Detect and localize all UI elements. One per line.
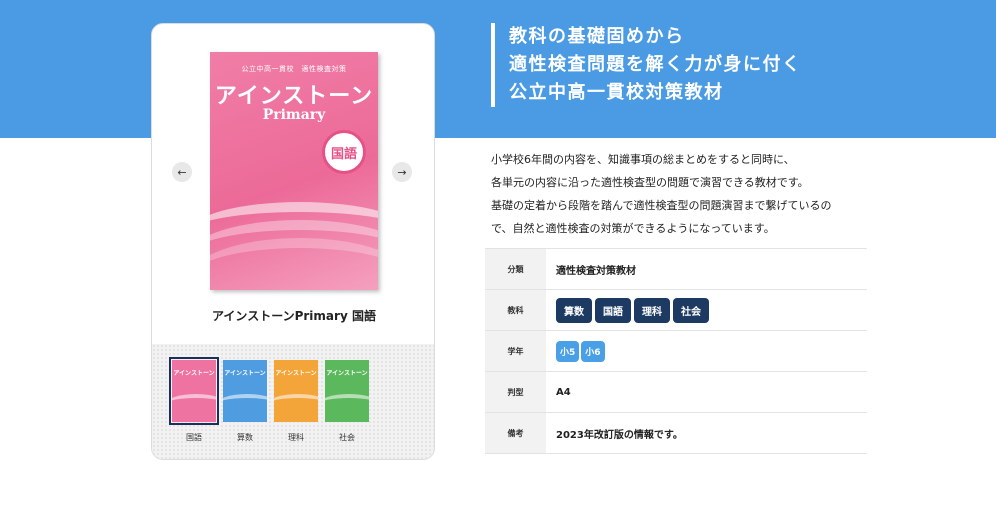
thumbnail-strip: アインストーン 国語 アインストーン 算数 アインストーン 理科 アインストーン (152, 344, 434, 459)
arrow-left-icon[interactable]: ← (172, 162, 192, 182)
spec-row-subject: 教科 算数 国語 理科 社会 (485, 289, 867, 331)
thumbnail-cover: アインストーン (274, 360, 318, 422)
thumbnail-cover-title: アインストーン (173, 370, 215, 377)
spec-label: 学年 (485, 330, 546, 372)
thumbnail-cover: アインストーン (169, 357, 219, 425)
cover-carousel: ← 公立中高一貫校 適性検査対策 アインストーン Primary 国語 → アイ… (152, 24, 434, 344)
grade-tag: 小5 (556, 340, 580, 362)
description-line: 各単元の内容に沿った適性検査型の問題で演習できる教材です。 (491, 176, 809, 189)
thumbnail-cover: アインストーン (325, 360, 369, 422)
cover-wave-decoration (274, 394, 318, 414)
thumbnail-cover-title: アインストーン (275, 370, 317, 377)
spec-value: 算数 国語 理科 社会 (546, 290, 867, 331)
headline-line: 教科の基礎固めから (509, 26, 685, 47)
thumbnail-label: 社会 (339, 433, 355, 442)
book-cover-subtitle: Primary (262, 107, 326, 123)
spec-label: 備考 (485, 412, 546, 454)
thumbnail-cover: アインストーン (223, 360, 267, 422)
subject-badge: 国語 (322, 130, 366, 174)
thumbnail-cover-title: アインストーン (224, 370, 266, 377)
book-cover-main: 公立中高一貫校 適性検査対策 アインストーン Primary 国語 (210, 52, 378, 290)
spec-row-grade: 学年 小5 小6 (485, 330, 867, 372)
description-line: で、自然と適性検査の対策ができるようになっています。 (491, 222, 775, 235)
subject-tag: 理科 (634, 297, 670, 323)
spec-label: 教科 (485, 289, 546, 331)
product-description: 小学校6年間の内容を、知識事項の総まとめをすると同時に、 各単元の内容に沿った適… (491, 148, 871, 240)
spec-value: 2023年改訂版の情報です。 (556, 429, 683, 441)
grade-tag: 小6 (581, 340, 605, 362)
thumbnail-sansu[interactable]: アインストーン 算数 (223, 360, 267, 443)
subject-tag: 算数 (556, 297, 592, 323)
headline-line: 適性検査問題を解く力が身に付く (509, 54, 802, 75)
product-card: ← 公立中高一貫校 適性検査対策 アインストーン Primary 国語 → アイ… (151, 23, 435, 460)
description-line: 小学校6年間の内容を、知識事項の総まとめをすると同時に、 (491, 153, 795, 166)
thumbnail-cover-title: アインストーン (326, 370, 368, 377)
subject-tag: 社会 (673, 297, 709, 323)
spec-value: 適性検査対策教材 (556, 265, 636, 277)
cover-wave-decoration (325, 394, 369, 414)
book-cover-title: アインストーン (214, 84, 374, 109)
spec-row-note: 備考 2023年改訂版の情報です。 (485, 412, 867, 454)
cover-wave-decoration (223, 394, 267, 414)
arrow-right-icon[interactable]: → (392, 162, 412, 182)
spec-row-size: 判型 A4 (485, 371, 867, 413)
spec-table: 分類 適性検査対策教材 教科 算数 国語 理科 社会 学年 小5 小6 判型 A4 備考… (485, 248, 867, 454)
spec-row-category: 分類 適性検査対策教材 (485, 248, 867, 290)
subject-tag: 国語 (595, 297, 631, 323)
book-series-label: 公立中高一貫校 適性検査対策 (241, 65, 347, 73)
book-name: アインストーンPrimary 国語 (212, 309, 376, 323)
thumbnail-shakai[interactable]: アインストーン 社会 (325, 360, 369, 443)
thumbnail-label: 算数 (237, 433, 253, 442)
description-line: 基礎の定着から段階を踏んで適性検査型の問題演習まで繋げているの (491, 199, 832, 212)
spec-value: 小5 小6 (546, 331, 867, 372)
thumbnail-rika[interactable]: アインストーン 理科 (274, 360, 318, 443)
cover-wave-decoration (172, 394, 216, 414)
headline: 教科の基礎固めから 適性検査問題を解く力が身に付く 公立中高一貫校対策教材 (491, 23, 802, 107)
spec-label: 判型 (485, 371, 546, 413)
spec-value: A4 (556, 386, 571, 398)
cover-wave-decoration (210, 238, 378, 290)
thumbnail-label: 国語 (186, 433, 202, 442)
headline-line: 公立中高一貫校対策教材 (509, 82, 724, 103)
thumbnail-kokugo[interactable]: アインストーン 国語 (169, 357, 219, 443)
spec-label: 分類 (485, 248, 546, 290)
thumbnail-label: 理科 (288, 433, 304, 442)
